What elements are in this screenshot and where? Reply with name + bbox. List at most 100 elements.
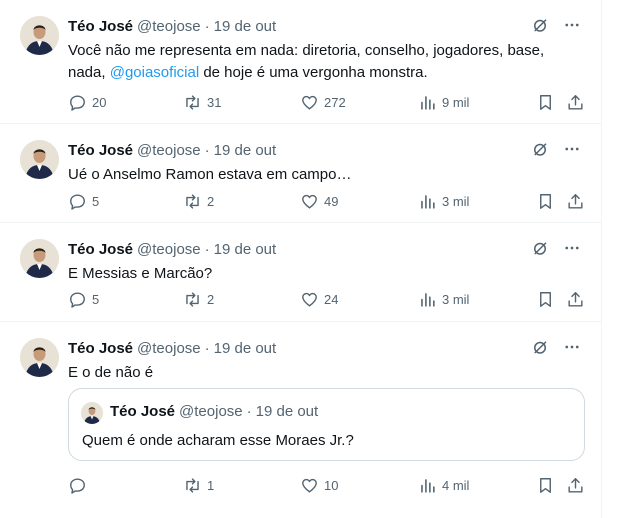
tweet[interactable]: Téo José @teojose · 19 de out Ué o Ansel… — [0, 124, 601, 223]
like-icon — [302, 292, 317, 307]
views-icon — [421, 194, 435, 209]
reply-button[interactable]: 5 — [68, 289, 99, 309]
author-name[interactable]: Téo José — [68, 142, 133, 159]
more-icon[interactable] — [563, 239, 581, 257]
timeline: Téo José @teojose · 19 de out Você não m… — [0, 0, 602, 518]
share-icon — [568, 193, 583, 209]
retweet-button[interactable]: 1 — [183, 475, 214, 495]
more-icon[interactable] — [563, 140, 581, 158]
bookmark-icon — [540, 291, 551, 307]
share-button[interactable] — [566, 191, 585, 211]
like-count: 272 — [324, 94, 346, 110]
author-name[interactable]: Téo José — [68, 18, 133, 35]
views-count: 4 mil — [442, 477, 470, 493]
header-actions — [531, 338, 581, 356]
reply-button[interactable]: 20 — [68, 92, 106, 112]
tweet-text: Ué o Anselmo Ramon estava em campo… — [68, 166, 352, 183]
tweet-text: Você não me representa em nada: diretori… — [68, 40, 573, 84]
share-icon — [568, 291, 583, 307]
reply-button[interactable]: 5 — [68, 191, 99, 211]
retweet-button[interactable]: 2 — [183, 289, 214, 309]
like-button[interactable]: 10 — [300, 475, 338, 495]
like-icon — [302, 478, 317, 493]
tweet-date[interactable]: 19 de out — [214, 18, 277, 35]
separator-dot: · — [204, 141, 210, 159]
retweet-count: 2 — [207, 291, 215, 307]
tweet-date[interactable]: 19 de out — [214, 142, 277, 159]
bookmark-button[interactable] — [536, 289, 555, 309]
tweet-header: Téo José @teojose · 19 de out — [68, 16, 581, 36]
header-actions — [531, 239, 581, 257]
reply-count: 5 — [92, 291, 100, 307]
views-count: 9 mil — [442, 94, 470, 110]
share-icon — [568, 477, 583, 493]
reply-icon — [70, 291, 85, 308]
tweet-actions: 1 10 4 mil — [68, 475, 589, 495]
bookmark-button[interactable] — [536, 475, 555, 495]
share-button[interactable] — [566, 92, 585, 112]
retweet-icon — [186, 193, 199, 209]
tweet-header: Téo José @teojose · 19 de out — [68, 140, 581, 160]
author-name[interactable]: Téo José — [68, 340, 133, 357]
share-button[interactable] — [566, 475, 585, 495]
tweet-actions: 5 2 24 3 mil — [68, 289, 589, 309]
quoted-tweet[interactable]: Téo José @teojose · 19 de out Quem é ond… — [68, 388, 585, 461]
retweet-icon — [186, 94, 199, 110]
separator-dot: · — [246, 403, 252, 420]
more-icon[interactable] — [563, 16, 581, 34]
quoted-avatar — [81, 402, 103, 424]
retweet-icon — [186, 477, 199, 493]
quoted-author-handle: @teojose — [179, 403, 243, 420]
grok-icon[interactable] — [531, 16, 549, 34]
tweet-date[interactable]: 19 de out — [214, 340, 277, 357]
tweet[interactable]: Téo José @teojose · 19 de out E Messias … — [0, 223, 601, 322]
avatar[interactable] — [20, 16, 59, 55]
header-actions — [531, 16, 581, 34]
mention-link[interactable]: @goiasoficial — [110, 64, 199, 81]
author-handle[interactable]: @teojose — [137, 18, 201, 35]
like-icon — [302, 194, 317, 209]
grok-icon[interactable] — [531, 239, 549, 257]
more-icon[interactable] — [563, 338, 581, 356]
avatar[interactable] — [20, 239, 59, 278]
like-button[interactable]: 24 — [300, 289, 338, 309]
reply-button[interactable] — [68, 475, 92, 495]
share-button[interactable] — [566, 289, 585, 309]
retweet-button[interactable]: 2 — [183, 191, 214, 211]
views-icon — [421, 292, 435, 307]
views-count: 3 mil — [442, 291, 470, 307]
header-actions — [531, 140, 581, 158]
views-button[interactable]: 9 mil — [418, 92, 469, 112]
reply-icon — [70, 94, 85, 111]
retweet-count: 1 — [207, 477, 215, 493]
like-count: 10 — [324, 477, 339, 493]
separator-dot: · — [204, 17, 210, 35]
tweet[interactable]: Téo José @teojose · 19 de out Você não m… — [0, 0, 601, 124]
bookmark-button[interactable] — [536, 92, 555, 112]
views-button[interactable]: 4 mil — [418, 475, 469, 495]
grok-icon[interactable] — [531, 338, 549, 356]
bookmark-button[interactable] — [536, 191, 555, 211]
views-count: 3 mil — [442, 193, 470, 209]
author-handle[interactable]: @teojose — [137, 142, 201, 159]
retweet-icon — [186, 291, 199, 307]
views-button[interactable]: 3 mil — [418, 289, 469, 309]
tweet-text-part: de hoje é uma vergonha monstra. — [199, 64, 428, 81]
author-handle[interactable]: @teojose — [137, 340, 201, 357]
tweet-header: Téo José @teojose · 19 de out — [68, 338, 581, 358]
avatar[interactable] — [20, 338, 59, 377]
like-button[interactable]: 49 — [300, 191, 338, 211]
bookmark-icon — [540, 477, 551, 493]
retweet-button[interactable]: 31 — [183, 92, 221, 112]
views-icon — [421, 95, 435, 110]
like-button[interactable]: 272 — [300, 92, 346, 112]
avatar[interactable] — [20, 140, 59, 179]
author-handle[interactable]: @teojose — [137, 241, 201, 258]
views-button[interactable]: 3 mil — [418, 191, 469, 211]
tweet-date[interactable]: 19 de out — [214, 241, 277, 258]
author-name[interactable]: Téo José — [68, 241, 133, 258]
reply-count: 20 — [92, 94, 107, 110]
grok-icon[interactable] — [531, 140, 549, 158]
reply-icon — [70, 477, 85, 494]
quoted-date: 19 de out — [255, 403, 319, 420]
